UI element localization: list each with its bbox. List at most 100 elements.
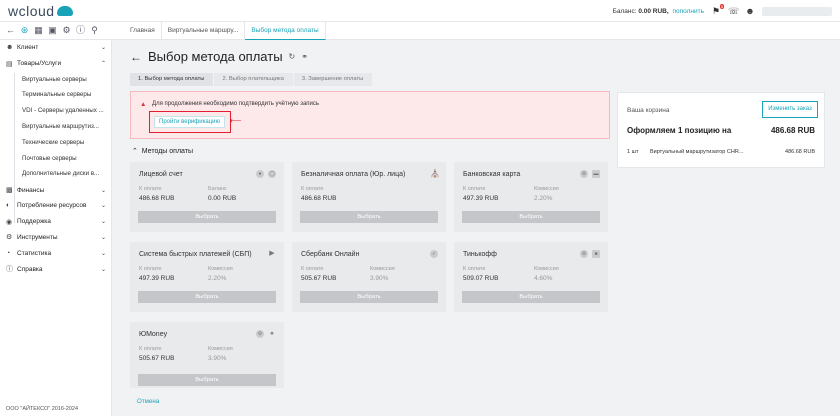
sidebar-item-client[interactable]: ☻ Клиент ⌄ [0, 40, 111, 56]
chevron-down-icon: ⌄ [100, 203, 106, 210]
box-icon: ▤ [6, 60, 13, 68]
page-title-row: ← Выбор метода оплаты ↻ ⚭ [130, 49, 308, 64]
chevron-up-icon: ⌃ [100, 61, 106, 68]
refresh-icon[interactable]: ↻ [289, 52, 296, 61]
commission-label: Комиссия [534, 266, 559, 272]
cart-row-qty: 1 шт [627, 149, 639, 155]
warning-icon: ▲ [140, 101, 147, 108]
card-title: Тинькофф [463, 251, 497, 258]
step-2: 2. Выбор плательщика [214, 73, 293, 86]
calendar-icon[interactable]: ▦ [34, 25, 43, 36]
select-button[interactable]: Выбрать [462, 291, 600, 303]
amount-label: К оплате [301, 186, 324, 192]
settings-icon[interactable]: ⚙ [62, 25, 71, 36]
payment-card-sberbank: Сбербанк Онлайн ✓ К оплате 505.67 RUB Ко… [292, 242, 446, 312]
select-button[interactable]: Выбрать [300, 211, 438, 223]
chevron-down-icon: ⌄ [100, 45, 106, 52]
sidebar: ☻ Клиент ⌄ ▤ Товары/Услуги ⌃ Виртуальные сер… [0, 40, 112, 416]
bank-icon: ⛪ [430, 169, 440, 178]
sidebar-item-stats[interactable]: ◔ Статистика ⌄ [0, 245, 111, 261]
tab-payment-method[interactable]: Выбор метода оплаты [245, 22, 326, 40]
balance-label: Баланс: [612, 7, 637, 15]
amount-value: 497.39 RUB [139, 275, 175, 282]
sidebar-item-support[interactable]: ◉ Поддержка ⌄ [0, 214, 111, 230]
chevron-down-icon: ⌄ [100, 250, 106, 257]
sidebar-subitem[interactable]: Технические серверы [0, 135, 111, 151]
sberbank-icon: ✓ [430, 250, 438, 258]
sidebar-subitem[interactable]: VDI - Серверы удаленных ... [0, 103, 111, 119]
sidebar-item-resources[interactable]: ◐ Потребление ресурсов ⌄ [0, 198, 111, 214]
help-icon[interactable]: ⓘ [76, 25, 85, 36]
amount-label: К оплате [463, 186, 486, 192]
stats-icon: ◔ [6, 249, 11, 257]
cancel-link[interactable]: Отмена [137, 398, 159, 405]
card-title: ЮMoney [139, 331, 168, 338]
commission-label: Комиссия [208, 266, 233, 272]
cloud-icon [56, 6, 73, 16]
tab-home[interactable]: Главная [124, 22, 162, 40]
logo[interactable]: wcloud [8, 3, 73, 19]
methods-section-title[interactable]: ⌃ Методы оплаты [132, 147, 193, 155]
logo-text: wcloud [8, 3, 55, 19]
commission-label: Комиссия [208, 346, 233, 352]
tab-virtual-routers[interactable]: Виртуальные маршру... [162, 22, 246, 40]
commission-label: Комиссия [534, 186, 559, 192]
wallet-icon: ● [256, 170, 264, 178]
cart-panel: Ваша корзина Изменить заказ Оформляем 1 … [617, 92, 825, 168]
settings-icon: ⚙ [580, 170, 588, 178]
select-button[interactable]: Выбрать [138, 291, 276, 303]
back-icon[interactable]: ← [6, 25, 15, 36]
change-order-button[interactable]: Изменить заказ [762, 101, 818, 118]
step-3: 3. Завершение оплаты [293, 73, 373, 86]
select-button[interactable]: Выбрать [462, 211, 600, 223]
stepper: 1. Выбор метода оплаты 2. Выбор плательщ… [130, 73, 373, 86]
sidebar-subitem[interactable]: Виртуальные серверы [0, 72, 111, 88]
verify-button[interactable]: Пройти верификацию [154, 116, 225, 128]
select-button[interactable]: Выбрать [138, 211, 276, 223]
amount-value: 486.68 RUB [139, 195, 175, 202]
amount-label: К оплате [301, 266, 324, 272]
payment-card-tinkoff: Тинькофф ⚙ ■ К оплате 509.07 RUB Комиссия… [454, 242, 608, 312]
verify-highlight: Пройти верификацию [149, 111, 231, 133]
gift-icon[interactable]: ⚑ 5 [711, 4, 724, 16]
commission-value: 4.60% [534, 275, 553, 282]
sidebar-item-finance[interactable]: ▩ Финансы ⌄ [0, 182, 111, 198]
select-button[interactable]: Выбрать [300, 291, 438, 303]
sidebar-subitem[interactable]: Дополнительные диски в... [0, 166, 111, 182]
payment-card-bank-transfer: Безналичная оплата (Юр. лица) ⛪ К оплате… [292, 162, 446, 232]
settings-icon: ⚙ [580, 250, 588, 258]
back-arrow-icon[interactable]: ← [130, 50, 142, 64]
sidebar-item-goods[interactable]: ▤ Товары/Услуги ⌃ [0, 56, 111, 72]
sidebar-item-help[interactable]: ⓘ Справка ⌄ [0, 261, 111, 277]
chevron-up-icon: ⌃ [132, 148, 138, 155]
alert-message: Для продолжения необходимо подтвердить у… [152, 101, 320, 107]
network-icon[interactable]: ⊛ [20, 25, 29, 36]
user-icon[interactable]: ☻ [745, 6, 755, 16]
step-1: 1. Выбор метода оплаты [130, 73, 214, 86]
briefcase-icon[interactable]: ▣ [48, 25, 57, 36]
topup-link[interactable]: пополнить [672, 8, 704, 15]
cart-title: Ваша корзина [627, 107, 670, 114]
sidebar-subitem[interactable]: Виртуальные маршрутиз... [0, 119, 111, 135]
settings-icon: ⚙ [256, 330, 264, 338]
select-button[interactable]: Выбрать [138, 374, 276, 386]
verification-alert: ▲ Для продолжения необходимо подтвердить… [130, 91, 610, 139]
submenu-line [14, 73, 15, 223]
user-name-placeholder[interactable] [762, 6, 832, 16]
amount-value: 486.68 RUB [301, 195, 337, 202]
search-icon[interactable]: ⚲ [90, 25, 99, 36]
user-icon: ☻ [6, 44, 14, 52]
amount-label: К оплате [139, 346, 162, 352]
balance-label: Баланс [208, 186, 227, 192]
card-title: Безналичная оплата (Юр. лица) [301, 171, 406, 178]
sidebar-item-tools[interactable]: ⚙ Инструменты ⌄ [0, 230, 111, 246]
nav-bar: ← ⊛ ▦ ▣ ⚙ ⓘ ⚲ Главная Виртуальные маршру… [0, 22, 840, 40]
info-icon: ⓘ [6, 266, 13, 274]
sidebar-subitem[interactable]: Терминальные серверы [0, 87, 111, 103]
headset-icon[interactable]: ☏ [728, 6, 739, 16]
sidebar-subitem[interactable]: Почтовые серверы [0, 151, 111, 167]
yoomoney-icon: ❖ [269, 331, 275, 337]
payment-card-sbp: Система быстрых платежей (СБП) ▶ К оплат… [130, 242, 284, 312]
amount-value: 505.67 RUB [139, 355, 175, 362]
globe-icon[interactable]: ⚭ [301, 52, 308, 61]
